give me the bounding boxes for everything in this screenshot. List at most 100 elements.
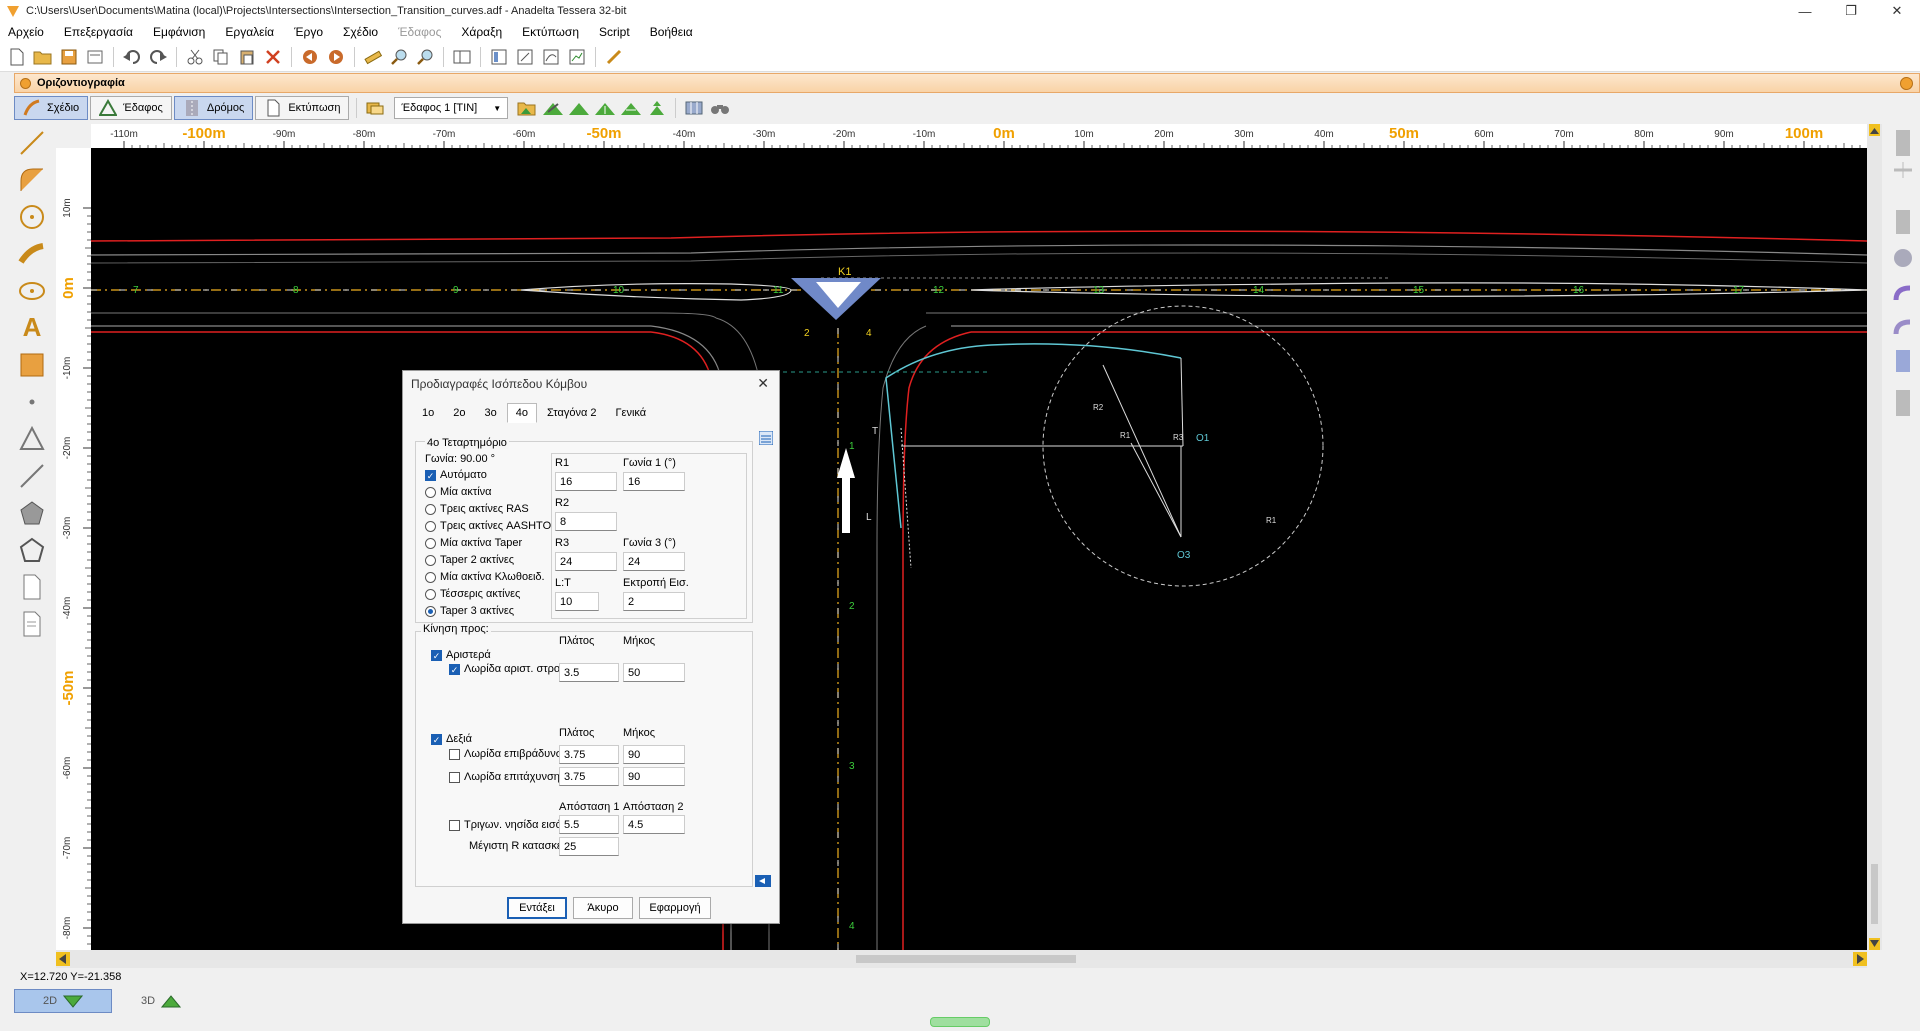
page-tool-icon[interactable] (14, 568, 50, 605)
tab-2d[interactable]: 2D (14, 989, 112, 1013)
option-taper-two[interactable]: Taper 2 ακτίνες (425, 554, 514, 566)
layers-icon[interactable] (362, 96, 388, 120)
undo-icon[interactable] (119, 45, 145, 69)
terrain-edit-icon[interactable] (540, 96, 566, 120)
properties-icon[interactable] (82, 45, 108, 69)
horizontal-scrollbar[interactable] (56, 950, 1867, 968)
option-four-radii[interactable]: Τέσσερις ακτίνες (425, 588, 520, 600)
terrain-folder-icon[interactable] (514, 96, 540, 120)
menu-terrain[interactable]: Έδαφος (398, 25, 441, 39)
polygon-tool-icon[interactable] (14, 494, 50, 531)
tab-quadrant-2[interactable]: 2ο (444, 403, 474, 423)
tab-3d[interactable]: 3D (112, 989, 210, 1013)
layout-icon[interactable] (449, 45, 475, 69)
terrain-up-icon[interactable] (644, 96, 670, 120)
surface-select[interactable]: Έδαφος 1 [TIN] ▼ (394, 97, 509, 119)
panel-icon[interactable] (486, 45, 512, 69)
menu-tools[interactable]: Εργαλεία (225, 25, 274, 39)
option-three-ras[interactable]: Τρεις ακτίνες RAS (425, 503, 529, 515)
text-tool-icon[interactable]: A (14, 309, 50, 346)
tab-quadrant-1[interactable]: 1ο (413, 403, 443, 423)
option-one-taper[interactable]: Μία ακτίνα Taper (425, 537, 522, 549)
dist1-input[interactable] (559, 815, 619, 834)
left-checkbox[interactable]: ✓ Αριστερά (431, 649, 491, 661)
menu-alignment[interactable]: Χάραξη (461, 25, 502, 39)
forward-icon[interactable] (323, 45, 349, 69)
curve-sheet-icon[interactable] (538, 45, 564, 69)
point-tool-icon[interactable] (14, 383, 50, 420)
panel-resize-handle[interactable] (930, 1017, 990, 1027)
measure-icon[interactable] (360, 45, 386, 69)
decel-lane-checkbox[interactable]: Λωρίδα επιβράδυνσης (449, 748, 574, 760)
menu-print[interactable]: Εκτύπωση (522, 25, 579, 39)
edit-sheet-icon[interactable] (512, 45, 538, 69)
accel-width-input[interactable] (559, 767, 619, 786)
menu-view[interactable]: Εμφάνιση (153, 25, 205, 39)
decel-length-input[interactable] (623, 745, 685, 764)
tab-sxedio[interactable]: Σχέδιο (14, 96, 89, 120)
tab-quadrant-3[interactable]: 3ο (476, 403, 506, 423)
minimize-button[interactable]: — (1782, 4, 1828, 19)
polyline-tool-icon[interactable] (14, 531, 50, 568)
grid-view-icon[interactable] (681, 96, 707, 120)
menu-help[interactable]: Βοήθεια (650, 25, 693, 39)
cut-icon[interactable] (182, 45, 208, 69)
menu-file[interactable]: Αρχείο (8, 25, 44, 39)
binoculars-icon[interactable] (707, 96, 733, 120)
maximize-button[interactable]: ❐ (1828, 3, 1874, 19)
export-icon[interactable] (755, 875, 771, 887)
paste-icon[interactable] (234, 45, 260, 69)
pencil-icon[interactable] (601, 45, 627, 69)
vertical-scrollbar[interactable] (1867, 124, 1882, 950)
r3-input[interactable] (555, 552, 617, 571)
tab-ektyposi[interactable]: Εκτύπωση (255, 96, 350, 120)
option-one-radius[interactable]: Μία ακτίνα (425, 486, 492, 498)
right-checkbox[interactable]: ✓ Δεξιά (431, 733, 472, 745)
accel-lane-checkbox[interactable]: Λωρίδα επιτάχυνσης (449, 771, 565, 783)
close-button[interactable]: ✕ (1874, 3, 1920, 19)
left-width-input[interactable] (559, 663, 619, 682)
panel-collapse-icon[interactable] (1900, 77, 1913, 90)
option-three-aashto[interactable]: Τρεις ακτίνες AASHTO (425, 520, 551, 532)
lt-input[interactable] (555, 592, 599, 611)
graph-sheet-icon[interactable] (564, 45, 590, 69)
new-file-icon[interactable] (4, 45, 30, 69)
terrain-add-icon[interactable] (592, 96, 618, 120)
menu-drawing[interactable]: Σχέδιο (343, 25, 378, 39)
apply-button[interactable]: Εφαρμογή (639, 897, 711, 919)
line-tool-icon[interactable] (14, 124, 50, 161)
back-icon[interactable] (297, 45, 323, 69)
terrain-triangle-icon[interactable] (566, 96, 592, 120)
tab-drop-2[interactable]: Σταγόνα 2 (538, 403, 605, 423)
decel-width-input[interactable] (559, 745, 619, 764)
dist2-input[interactable] (623, 815, 685, 834)
r1-input[interactable] (555, 472, 617, 491)
menu-script[interactable]: Script (599, 25, 630, 39)
table-icon[interactable] (759, 431, 773, 445)
triangle-tool-icon[interactable] (14, 420, 50, 457)
tab-general[interactable]: Γενικά (606, 403, 655, 423)
left-length-input[interactable] (623, 663, 685, 682)
segment-tool-icon[interactable] (14, 457, 50, 494)
circle-tool-icon[interactable] (14, 198, 50, 235)
drawing-canvas[interactable]: K1 2 4 O1 O3 O (91, 148, 1867, 950)
tab-edafos[interactable]: Έδαφος (90, 96, 172, 120)
ok-button[interactable]: Εντάξει (507, 897, 567, 919)
r2-input[interactable] (555, 512, 617, 531)
accel-length-input[interactable] (623, 767, 685, 786)
angle3-input[interactable] (623, 552, 685, 571)
copy-icon[interactable] (208, 45, 234, 69)
option-one-clothoid[interactable]: Μία ακτίνα Κλωθοειδ. (425, 571, 545, 583)
option-taper-three[interactable]: Taper 3 ακτίνες (425, 605, 514, 617)
arc-tool-icon[interactable] (14, 235, 50, 272)
save-icon[interactable] (56, 45, 82, 69)
tab-quadrant-4[interactable]: 4ο (506, 403, 537, 423)
ektropi-input[interactable] (623, 592, 685, 611)
ellipse-tool-icon[interactable] (14, 272, 50, 309)
redo-icon[interactable] (145, 45, 171, 69)
tab-dromos[interactable]: Δρόμος (173, 96, 254, 120)
zoom-window-icon[interactable] (412, 45, 438, 69)
open-folder-icon[interactable] (30, 45, 56, 69)
menu-project[interactable]: Έργο (294, 25, 323, 39)
delete-icon[interactable] (260, 45, 286, 69)
